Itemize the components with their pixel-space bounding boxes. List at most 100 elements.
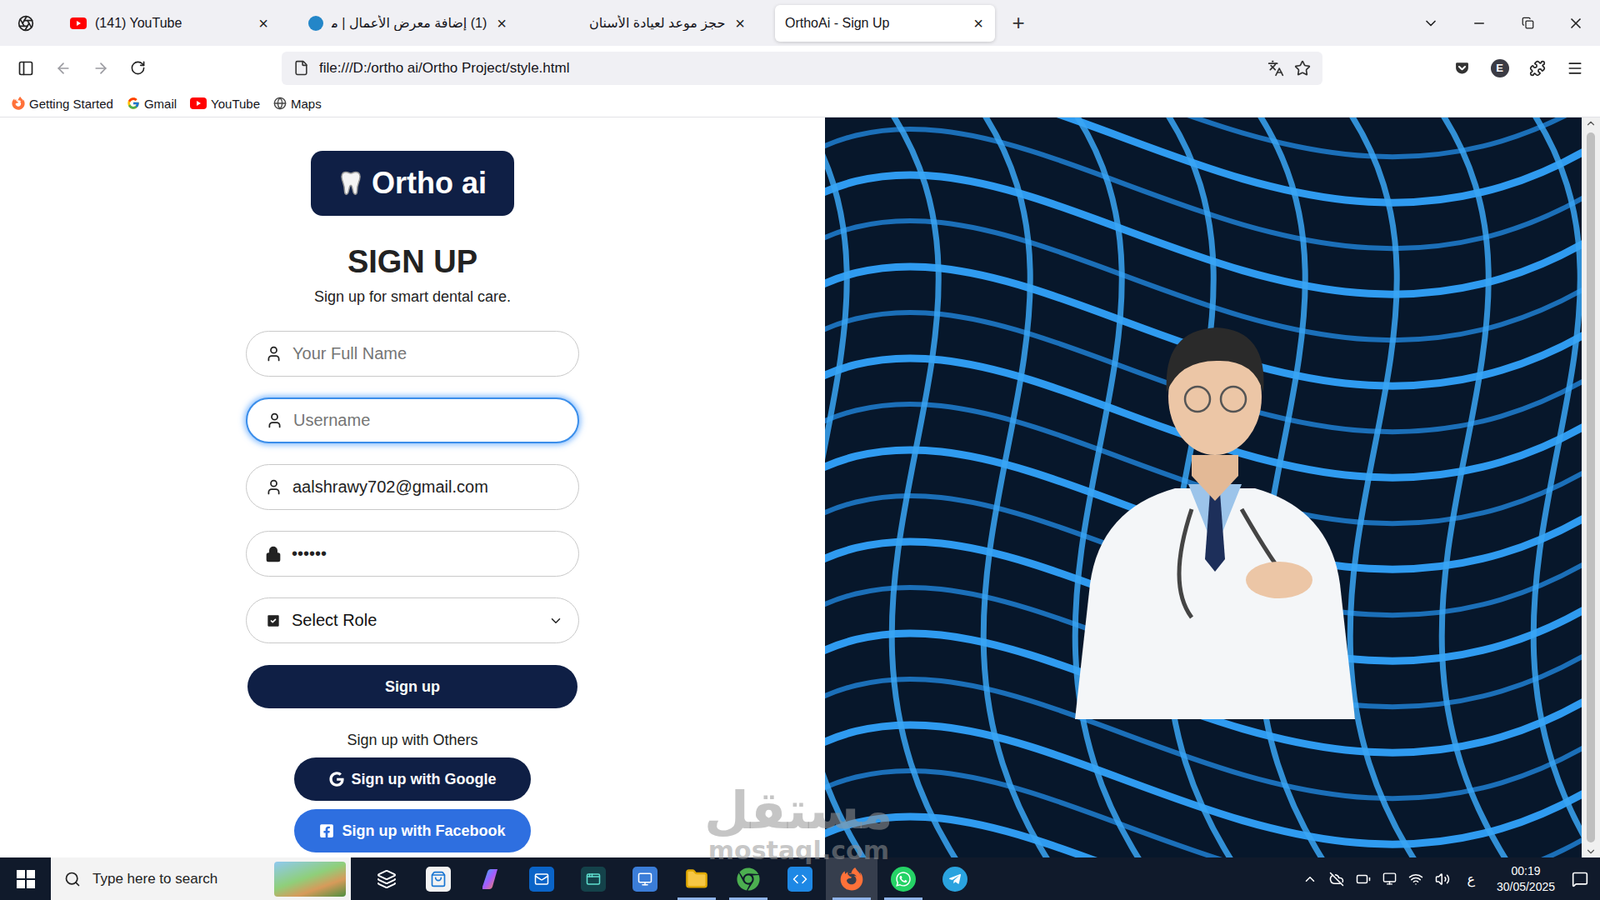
minimize-button[interactable] <box>1455 0 1504 46</box>
close-window-button[interactable] <box>1551 0 1600 46</box>
taskbar-app[interactable] <box>515 857 568 900</box>
tooth-icon <box>338 168 364 199</box>
notifications-icon[interactable] <box>1571 870 1589 888</box>
scroll-thumb[interactable] <box>1586 132 1595 843</box>
role-select-value: Select Role <box>291 610 539 630</box>
taskbar-app[interactable] <box>774 857 826 900</box>
user-icon <box>265 411 284 430</box>
outlook-icon <box>529 866 555 892</box>
taskbar-app[interactable] <box>722 857 775 900</box>
select-field[interactable]: Select Role <box>245 597 580 644</box>
facebook-signup-button[interactable]: Sign up with Facebook <box>294 809 531 853</box>
browser-tab[interactable]: (1) إضافة معرض الأعمال | مستق × <box>298 5 519 42</box>
store-icon <box>425 866 451 892</box>
taskbar-apps <box>360 857 981 900</box>
password-field[interactable] <box>245 530 580 577</box>
bookmark[interactable]: Maps <box>273 96 322 111</box>
wifi-icon[interactable] <box>1408 871 1424 887</box>
email-input[interactable] <box>292 470 564 504</box>
bookmark[interactable]: Gmail <box>126 96 177 111</box>
pocket-icon <box>1455 60 1470 75</box>
taskbar: Type here to search ع 00:1930/05/2025 <box>0 857 1600 900</box>
browser-tab[interactable]: (141) YouTube× <box>60 5 280 42</box>
clock[interactable]: 00:1930/05/2025 <box>1491 863 1560 894</box>
browser-tab[interactable]: حجز موعد لعيادة الأسنان× <box>536 5 757 42</box>
account-button[interactable]: E <box>1480 51 1519 85</box>
signup-form: Select Role <box>245 330 580 644</box>
signup-panel: Ortho aiSIGN UPSign up for smart dental … <box>0 117 825 858</box>
name-field[interactable] <box>245 330 580 377</box>
taskbar-app[interactable] <box>360 857 413 900</box>
battery-icon[interactable] <box>1355 871 1371 887</box>
app-icon <box>580 866 606 892</box>
youtube-icon <box>70 17 87 30</box>
extensions-button[interactable] <box>1518 51 1556 85</box>
list-tabs-button[interactable] <box>1406 0 1455 46</box>
tab-close-button[interactable]: × <box>733 15 747 32</box>
tab-close-button[interactable]: × <box>495 15 509 32</box>
tab-label: (1) إضافة معرض الأعمال | مستق <box>331 15 487 31</box>
pocket-button[interactable] <box>1443 51 1481 85</box>
windows-logo-icon <box>16 870 35 889</box>
watermark: مستقلmostaql.com <box>704 783 894 865</box>
taskbar-app[interactable] <box>464 857 516 900</box>
taskbar-app[interactable] <box>670 857 723 900</box>
new-tab-button[interactable]: + <box>1000 5 1037 42</box>
taskbar-app[interactable] <box>825 857 878 900</box>
back-button[interactable] <box>44 51 82 85</box>
bookmark[interactable]: YouTube <box>190 96 260 111</box>
tab-close-button[interactable]: × <box>971 15 985 32</box>
sidebar-button[interactable] <box>6 51 45 85</box>
file-explorer-icon <box>685 867 709 891</box>
navigation-toolbar: file:///D:/ortho ai/Ortho Project/style.… <box>0 45 1600 90</box>
scroll-down-icon[interactable] <box>1585 845 1597 858</box>
reload-button[interactable] <box>119 51 157 85</box>
pinned-tab[interactable] <box>5 5 47 42</box>
chrome-icon <box>736 867 760 891</box>
bookmark-star-icon[interactable] <box>1294 60 1311 77</box>
page-scrollbar[interactable] <box>1581 117 1600 858</box>
input-language[interactable]: ع <box>1461 870 1480 887</box>
logo: Ortho ai <box>310 150 515 216</box>
taskbar-app[interactable] <box>929 857 981 900</box>
menu-button[interactable] <box>1555 51 1594 85</box>
chevron-down-icon <box>548 613 564 629</box>
password-input[interactable] <box>291 537 564 570</box>
email-field[interactable] <box>245 464 580 510</box>
checkbox-icon <box>265 612 282 630</box>
page-content: Ortho aiSIGN UPSign up for smart dental … <box>0 117 1600 858</box>
taskbar-app[interactable] <box>619 857 671 900</box>
globe-icon <box>273 96 287 110</box>
browser-tab[interactable]: OrthoAi - Sign Up× <box>775 5 995 42</box>
tray-overflow-icon[interactable] <box>1302 871 1318 887</box>
scroll-up-icon[interactable] <box>1585 117 1597 130</box>
name-input[interactable] <box>292 337 564 370</box>
username-input[interactable] <box>293 404 563 437</box>
volume-icon[interactable] <box>1435 871 1450 887</box>
google-icon <box>126 96 140 110</box>
search-icon <box>64 870 81 888</box>
taskbar-app[interactable] <box>412 857 465 900</box>
taskbar-app[interactable] <box>567 857 620 900</box>
bookmark[interactable]: Getting Started <box>11 96 114 111</box>
start-button[interactable] <box>0 857 51 900</box>
task-view-icon <box>376 869 397 890</box>
address-bar[interactable]: file:///D:/ortho ai/Ortho Project/style.… <box>281 51 1323 85</box>
restore-button[interactable] <box>1503 0 1552 46</box>
signup-button[interactable]: Sign up <box>247 665 578 709</box>
taskbar-app[interactable] <box>877 857 930 900</box>
forward-arrow-icon <box>92 60 110 77</box>
translate-icon[interactable] <box>1267 60 1285 77</box>
username-field[interactable] <box>245 397 580 444</box>
facebook-icon <box>319 823 335 839</box>
tab-close-button[interactable]: × <box>256 15 270 32</box>
display-icon[interactable] <box>1382 871 1397 886</box>
onedrive-icon[interactable] <box>1329 871 1345 887</box>
restore-icon <box>1521 16 1535 30</box>
hamburger-icon <box>1566 60 1584 77</box>
forward-button[interactable] <box>81 51 120 85</box>
taskbar-search[interactable]: Type here to search <box>50 857 351 900</box>
google-signup-button[interactable]: Sign up with Google <box>294 757 531 801</box>
account-avatar: E <box>1490 59 1510 78</box>
remote-desktop-icon <box>632 866 658 892</box>
